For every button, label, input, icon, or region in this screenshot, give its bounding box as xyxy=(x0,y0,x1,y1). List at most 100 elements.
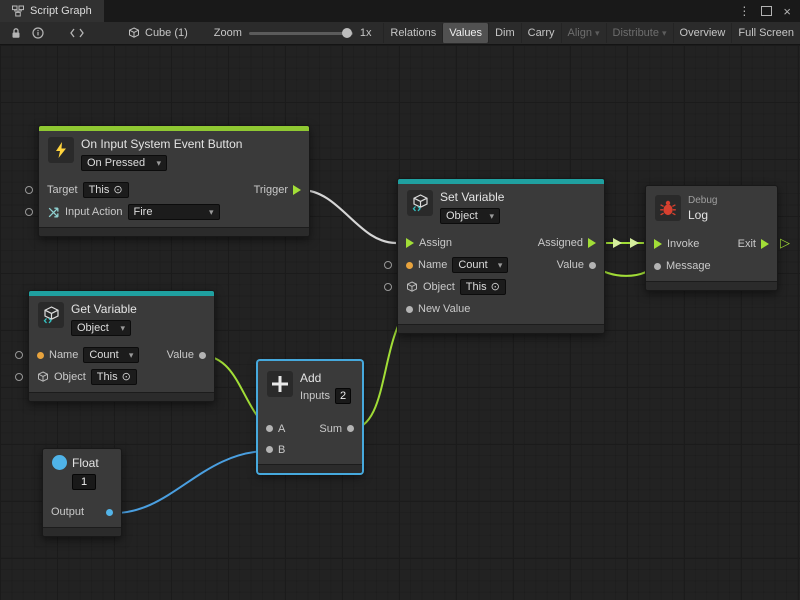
output-row: Output xyxy=(43,501,121,523)
assign-row: Assign Assigned xyxy=(398,232,604,254)
node-title: Add xyxy=(300,371,351,385)
node-footer xyxy=(43,527,121,536)
trigger-label: Trigger xyxy=(254,184,288,196)
float-value-field[interactable]: 1 xyxy=(72,474,96,490)
tab-script-graph[interactable]: Script Graph xyxy=(0,0,104,22)
object-this-chip[interactable]: This⊙ xyxy=(91,369,137,385)
sum-port[interactable] xyxy=(347,425,354,432)
node-title: Set Variable xyxy=(440,190,504,204)
window-controls: ⋮ × xyxy=(738,0,800,22)
message-row: Message xyxy=(646,255,777,277)
value-port[interactable] xyxy=(589,262,596,269)
node-footer xyxy=(646,281,777,290)
message-port[interactable] xyxy=(654,263,661,270)
target-icon: ⊙ xyxy=(113,185,122,196)
name-dropdown[interactable]: Count▾ xyxy=(452,257,508,273)
tab-bar: Script Graph ⋮ × xyxy=(0,0,800,22)
assigned-port[interactable] xyxy=(588,238,596,248)
name-row: Name Count▾ Value xyxy=(398,254,604,276)
invoke-row: Invoke Exit xyxy=(646,233,777,255)
exit-port-stub-icon[interactable]: ▷ xyxy=(780,236,790,249)
overview-button[interactable]: Overview xyxy=(673,23,732,43)
node-on-input-system-event-button[interactable]: On Input System Event Button On Pressed▾… xyxy=(38,125,310,237)
script-graph-window: Script Graph ⋮ × xyxy=(0,0,800,600)
variable-kind-dropdown[interactable]: Object▾ xyxy=(440,208,500,224)
node-float[interactable]: Float 1 Output xyxy=(42,448,122,537)
target-label: Target xyxy=(47,184,78,196)
a-port[interactable] xyxy=(266,425,273,432)
value-label: Value xyxy=(167,349,194,361)
output-port[interactable] xyxy=(106,509,113,516)
lock-icon[interactable] xyxy=(10,27,22,39)
input-port-ring[interactable] xyxy=(25,208,33,216)
event-mode-dropdown[interactable]: On Pressed▾ xyxy=(81,155,167,171)
assign-label: Assign xyxy=(419,237,452,249)
node-title: Log xyxy=(688,208,717,222)
zoom-slider[interactable] xyxy=(249,32,353,35)
node-set-variable[interactable]: Set Variable Object▾ Assign Assigned Nam… xyxy=(397,178,605,334)
align-button[interactable]: Align▾ xyxy=(561,23,606,43)
node-header: Add Inputs 2 xyxy=(258,361,362,410)
maximize-icon[interactable] xyxy=(761,6,772,16)
zoom-label: Zoom xyxy=(214,27,242,39)
inputs-count-field[interactable]: 2 xyxy=(335,388,351,404)
exit-port[interactable] xyxy=(761,239,769,249)
value-port[interactable] xyxy=(199,352,206,359)
node-footer xyxy=(258,464,362,473)
name-row: Name Count▾ Value xyxy=(29,344,214,366)
tab-bar-spacer xyxy=(104,0,739,22)
chevron-down-icon: ▾ xyxy=(129,351,134,360)
node-get-variable[interactable]: Get Variable Object▾ Name Count▾ Value xyxy=(28,290,215,402)
message-label: Message xyxy=(666,260,711,272)
target-this-chip[interactable]: This⊙ xyxy=(83,182,129,198)
node-header: Get Variable Object▾ xyxy=(29,296,214,342)
target-label: Cube (1) xyxy=(145,27,188,39)
trigger-port[interactable] xyxy=(293,185,301,195)
window-menu-icon[interactable]: ⋮ xyxy=(738,5,750,17)
graph-target[interactable]: Cube (1) xyxy=(128,27,188,39)
info-icon[interactable] xyxy=(32,27,44,39)
input-port-ring[interactable] xyxy=(384,283,392,291)
zoom-value: 1x xyxy=(360,27,372,39)
full-screen-button[interactable]: Full Screen xyxy=(731,23,800,43)
carry-button[interactable]: Carry xyxy=(521,23,561,43)
collapse-icon[interactable] xyxy=(70,28,84,38)
object-this-chip[interactable]: This⊙ xyxy=(460,279,506,295)
input-action-label: Input Action xyxy=(65,206,123,218)
b-row: B xyxy=(258,439,362,460)
new-value-row: New Value xyxy=(398,298,604,320)
dim-button[interactable]: Dim xyxy=(488,23,521,43)
node-header: Debug Log xyxy=(646,186,777,231)
assign-port[interactable] xyxy=(406,238,414,248)
variable-kind-dropdown[interactable]: Object▾ xyxy=(71,320,131,336)
chevron-down-icon: ▾ xyxy=(662,29,667,38)
node-add[interactable]: Add Inputs 2 A Sum B xyxy=(257,360,363,474)
chevron-down-icon: ▾ xyxy=(209,208,214,217)
node-debug-log[interactable]: Debug Log Invoke Exit Message xyxy=(645,185,778,291)
name-port[interactable] xyxy=(37,352,44,359)
cube-icon xyxy=(406,281,418,293)
lightning-icon xyxy=(48,137,74,163)
input-port-ring[interactable] xyxy=(15,351,23,359)
input-action-row: Input Action Fire▾ xyxy=(39,201,309,223)
input-port-ring[interactable] xyxy=(15,373,23,381)
new-value-port[interactable] xyxy=(406,306,413,313)
distribute-button[interactable]: Distribute▾ xyxy=(606,23,673,43)
relations-button[interactable]: Relations xyxy=(383,23,442,43)
b-port[interactable] xyxy=(266,446,273,453)
a-label: A xyxy=(278,423,285,435)
inputs-label: Inputs xyxy=(300,390,330,402)
object-label: Object xyxy=(54,371,86,383)
invoke-port[interactable] xyxy=(654,239,662,249)
close-icon[interactable]: × xyxy=(783,5,791,18)
input-port-ring[interactable] xyxy=(25,186,33,194)
invoke-label: Invoke xyxy=(667,238,699,250)
zoom-slider-handle[interactable] xyxy=(342,28,352,38)
input-action-dropdown[interactable]: Fire▾ xyxy=(128,204,220,220)
node-title: Float xyxy=(72,456,99,470)
input-port-ring[interactable] xyxy=(384,261,392,269)
name-dropdown[interactable]: Count▾ xyxy=(83,347,139,363)
values-button[interactable]: Values xyxy=(442,23,488,43)
name-port[interactable] xyxy=(406,262,413,269)
name-label: Name xyxy=(49,349,78,361)
